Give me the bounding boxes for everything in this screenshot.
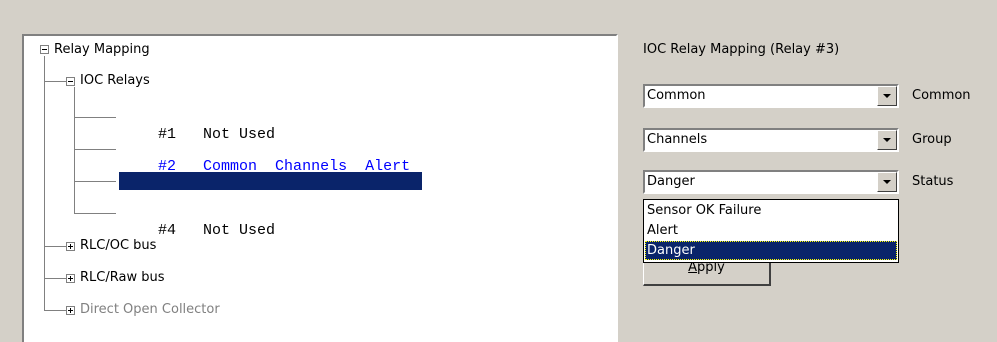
tree-node-relay-4[interactable]: #4 Not Used [122, 204, 275, 239]
tree-node-relay-1[interactable]: #1 Not Used [122, 108, 275, 143]
panel-title: IOC Relay Mapping (Relay #3) [643, 42, 840, 57]
tree-node-ioc-relays[interactable]: IOC Relays [80, 72, 150, 90]
collapse-icon[interactable] [40, 45, 49, 54]
relay-mapping-text: Not Used [203, 222, 276, 239]
expand-icon[interactable] [66, 306, 75, 315]
dropdown-option-selected[interactable]: Danger [645, 241, 897, 260]
group-select[interactable]: Channels [643, 128, 899, 152]
chevron-down-icon [883, 94, 891, 98]
tree-node-rlc-raw-bus[interactable]: RLC/Raw bus [80, 269, 164, 287]
common-select-value: Common [647, 88, 706, 103]
common-label: Common [912, 88, 971, 103]
collapse-icon[interactable] [66, 77, 75, 86]
group-select-value: Channels [647, 132, 708, 147]
dropdown-button[interactable] [877, 130, 897, 150]
status-dropdown-list[interactable]: Sensor OK Failure Alert Danger [643, 199, 899, 263]
common-select[interactable]: Common [643, 84, 899, 108]
status-label: Status [912, 174, 954, 189]
relay-tree[interactable]: Relay Mapping IOC Relays #1 Not Used #2 … [22, 34, 618, 342]
chevron-down-icon [883, 180, 891, 184]
tree-root-relay-mapping[interactable]: Relay Mapping [54, 41, 150, 59]
tree-node-rlc-oc-bus[interactable]: RLC/OC bus [80, 237, 156, 255]
group-label: Group [912, 132, 952, 147]
dropdown-option[interactable]: Sensor OK Failure [645, 201, 897, 220]
dropdown-button[interactable] [877, 86, 897, 106]
status-select[interactable]: Danger [643, 170, 899, 194]
tree-node-relay-2[interactable]: #2 Common Channels Alert [122, 140, 410, 175]
status-select-value: Danger [647, 174, 695, 189]
dropdown-button[interactable] [877, 172, 897, 192]
relay-number: #4 [158, 222, 177, 239]
chevron-down-icon [883, 138, 891, 142]
tree-node-relay-3[interactable]: #3 Common Channels Danger [119, 172, 423, 207]
expand-icon[interactable] [66, 274, 75, 283]
tree-node-direct-open-collector[interactable]: Direct Open Collector [80, 301, 220, 319]
expand-icon[interactable] [66, 242, 75, 251]
dropdown-option[interactable]: Alert [645, 221, 897, 240]
